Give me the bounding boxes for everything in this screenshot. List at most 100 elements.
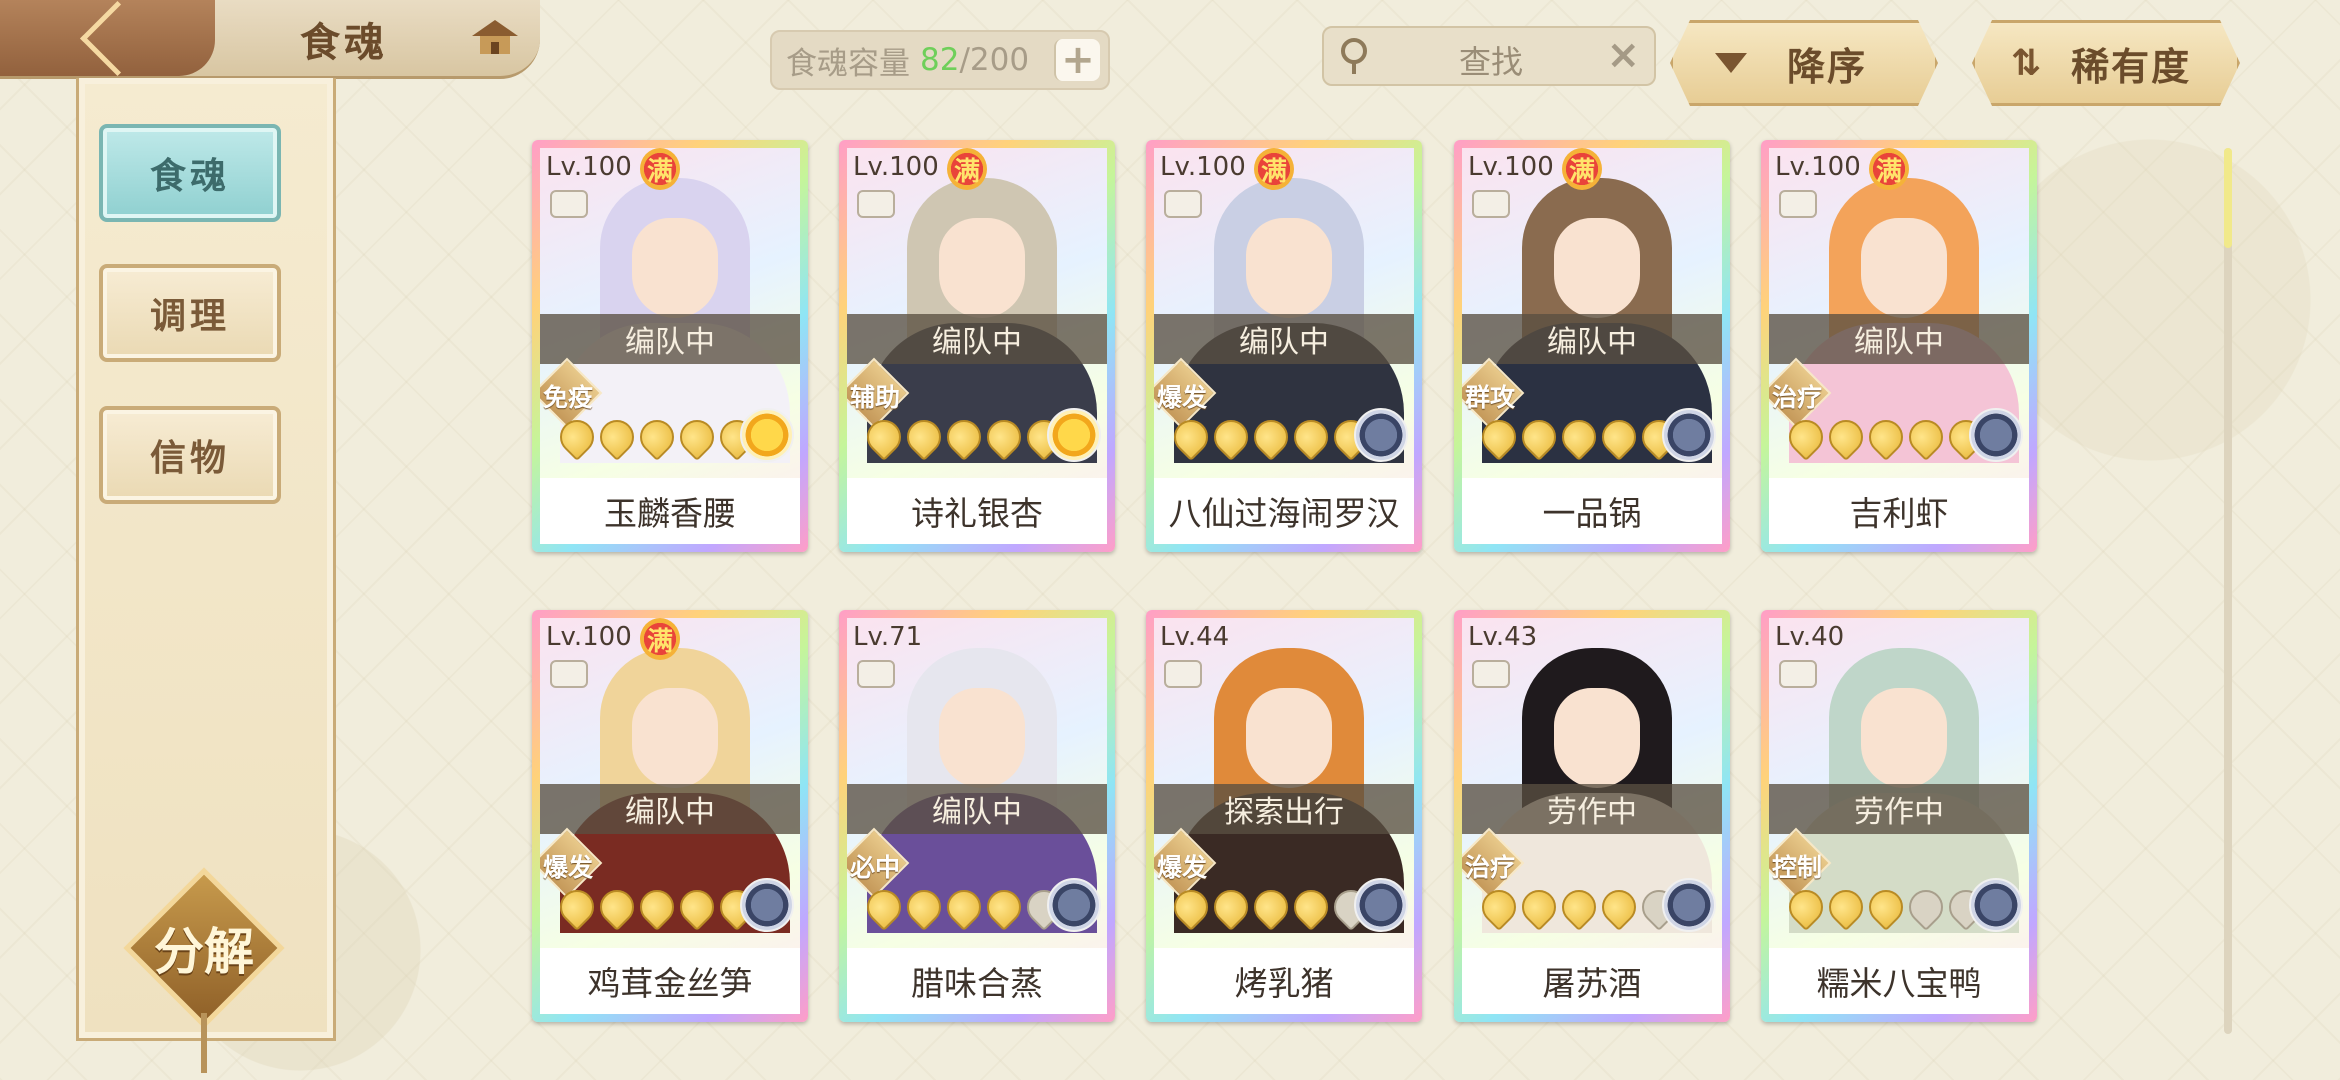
character-name: 八仙过海闹罗汉 xyxy=(1154,478,1414,544)
bowl-icon xyxy=(1779,660,1817,688)
status-banner: 编队中 xyxy=(847,784,1107,834)
role-label: 免疫 xyxy=(542,383,593,412)
role-badge: 辅助 xyxy=(847,357,910,429)
triangle-down-icon xyxy=(1715,53,1747,73)
food-soul-card[interactable]: Lv.44 探索出行 爆发 烤乳猪 xyxy=(1146,610,1422,1022)
house-icon[interactable] xyxy=(470,18,520,58)
card-inner: Lv.40 劳作中 控制 糯米八宝鸭 xyxy=(1769,618,2029,1014)
character-name: 玉麟香腰 xyxy=(540,478,800,544)
back-button[interactable] xyxy=(0,0,215,76)
character-name: 腊味合蒸 xyxy=(847,948,1107,1014)
star-rating xyxy=(1781,412,1991,462)
gold-element-icon xyxy=(740,408,794,462)
capacity-label: 食魂容量 xyxy=(786,45,910,82)
star-rating xyxy=(1166,882,1376,932)
food-soul-card[interactable]: Lv.100 满编队中 爆发 八仙过海闹罗汉 xyxy=(1146,140,1422,552)
blue-element-icon xyxy=(1969,408,2023,462)
character-name: 糯米八宝鸭 xyxy=(1769,948,2029,1014)
food-soul-card[interactable]: Lv.100 满编队中 群攻 一品锅 xyxy=(1454,140,1730,552)
star-filled-icon xyxy=(1474,882,1524,932)
role-label: 辅助 xyxy=(849,383,900,412)
star-filled-icon xyxy=(1861,412,1911,462)
star-filled-icon xyxy=(1781,412,1831,462)
plus-icon: + xyxy=(1061,37,1095,83)
character-name: 烤乳猪 xyxy=(1154,948,1414,1014)
star-rating xyxy=(859,882,1069,932)
character-name: 屠苏酒 xyxy=(1462,948,1722,1014)
scroll-thumb[interactable] xyxy=(2224,148,2232,248)
close-icon[interactable]: × xyxy=(1606,32,1640,78)
decompose-button[interactable]: 分解 xyxy=(123,867,285,1073)
blue-element-icon xyxy=(1662,878,1716,932)
portrait-face xyxy=(1554,688,1640,788)
title-bar: 食魂 xyxy=(0,0,540,79)
food-soul-card[interactable]: Lv.100 满编队中 免疫 玉麟香腰 xyxy=(532,140,808,552)
add-capacity-button[interactable]: + xyxy=(1054,37,1100,83)
star-rating xyxy=(1474,882,1684,932)
blue-element-icon xyxy=(740,878,794,932)
blue-element-icon xyxy=(1354,878,1408,932)
sort-order-button[interactable]: 降序 xyxy=(1670,20,1938,106)
card-inner: Lv.100 满编队中 辅助 诗礼银杏 xyxy=(847,148,1107,544)
max-level-badge: 满 xyxy=(640,148,680,190)
character-name: 诗礼银杏 xyxy=(847,478,1107,544)
level-label: Lv.40 xyxy=(1775,622,1845,652)
scrollbar[interactable] xyxy=(2224,148,2232,1034)
portrait-face xyxy=(632,218,718,318)
card-inner: Lv.100 满编队中 爆发 八仙过海闹罗汉 xyxy=(1154,148,1414,544)
status-banner: 劳作中 xyxy=(1462,784,1722,834)
status-banner: 探索出行 xyxy=(1154,784,1414,834)
tab-food-soul[interactable]: 食魂 xyxy=(99,124,281,222)
magnifier-icon xyxy=(1341,38,1367,74)
level-label: Lv.100 xyxy=(853,152,939,182)
star-filled-icon xyxy=(672,412,722,462)
role-label: 治疗 xyxy=(1464,853,1515,882)
capacity-max: /200 xyxy=(959,42,1030,78)
star-filled-icon xyxy=(1821,882,1871,932)
star-filled-icon xyxy=(1554,882,1604,932)
star-filled-icon xyxy=(1246,882,1296,932)
food-soul-card[interactable]: Lv.43 劳作中治疗屠苏酒 xyxy=(1454,610,1730,1022)
status-banner: 编队中 xyxy=(1462,314,1722,364)
role-label: 爆发 xyxy=(1156,853,1207,882)
star-filled-icon xyxy=(1594,412,1644,462)
star-filled-icon xyxy=(1594,882,1644,932)
role-badge: 群攻 xyxy=(1462,357,1525,429)
max-level-badge: 满 xyxy=(947,148,987,190)
capacity-display: 食魂容量 82 /200 + xyxy=(770,30,1110,90)
food-soul-card[interactable]: Lv.100 满编队中 辅助 诗礼银杏 xyxy=(839,140,1115,552)
tab-label: 食魂 xyxy=(149,156,230,197)
food-soul-card[interactable]: Lv.100 满编队中 治疗 吉利虾 xyxy=(1761,140,2037,552)
search-field[interactable]: 查找 × xyxy=(1322,26,1656,86)
card-inner: Lv.71 编队中 必中 腊味合蒸 xyxy=(847,618,1107,1014)
role-label: 必中 xyxy=(849,853,900,882)
food-soul-card[interactable]: Lv.40 劳作中 控制 糯米八宝鸭 xyxy=(1761,610,2037,1022)
tab-token[interactable]: 信物 xyxy=(99,406,281,504)
blue-element-icon xyxy=(1969,878,2023,932)
character-name: 吉利虾 xyxy=(1769,478,2029,544)
star-filled-icon xyxy=(592,412,642,462)
star-filled-icon xyxy=(1246,412,1296,462)
level-label: Lv.43 xyxy=(1468,622,1538,652)
status-banner: 劳作中 xyxy=(1769,784,2029,834)
role-label: 群攻 xyxy=(1464,383,1515,412)
portrait-face xyxy=(1246,218,1332,318)
level-label: Lv.100 xyxy=(1775,152,1861,182)
food-soul-card[interactable]: Lv.100 满编队中 爆发 鸡茸金丝笋 xyxy=(532,610,808,1022)
star-filled-icon xyxy=(552,412,602,462)
search-placeholder: 查找 xyxy=(1459,43,1524,81)
blue-element-icon xyxy=(1662,408,1716,462)
tab-conditioning[interactable]: 调理 xyxy=(99,264,281,362)
star-filled-icon xyxy=(1166,412,1216,462)
sort-rarity-label: 稀有度 xyxy=(2071,44,2192,89)
food-soul-card[interactable]: Lv.71 编队中 必中 腊味合蒸 xyxy=(839,610,1115,1022)
role-badge: 治疗 xyxy=(1769,357,1832,429)
star-filled-icon xyxy=(1554,412,1604,462)
portrait-face xyxy=(939,218,1025,318)
sort-rarity-button[interactable]: ⇅ 稀有度 xyxy=(1972,20,2240,106)
sort-order-label: 降序 xyxy=(1787,44,1868,89)
bowl-icon xyxy=(1164,190,1202,218)
blue-element-icon xyxy=(1047,878,1101,932)
star-filled-icon xyxy=(1821,412,1871,462)
card-inner: Lv.100 满编队中 爆发 鸡茸金丝笋 xyxy=(540,618,800,1014)
